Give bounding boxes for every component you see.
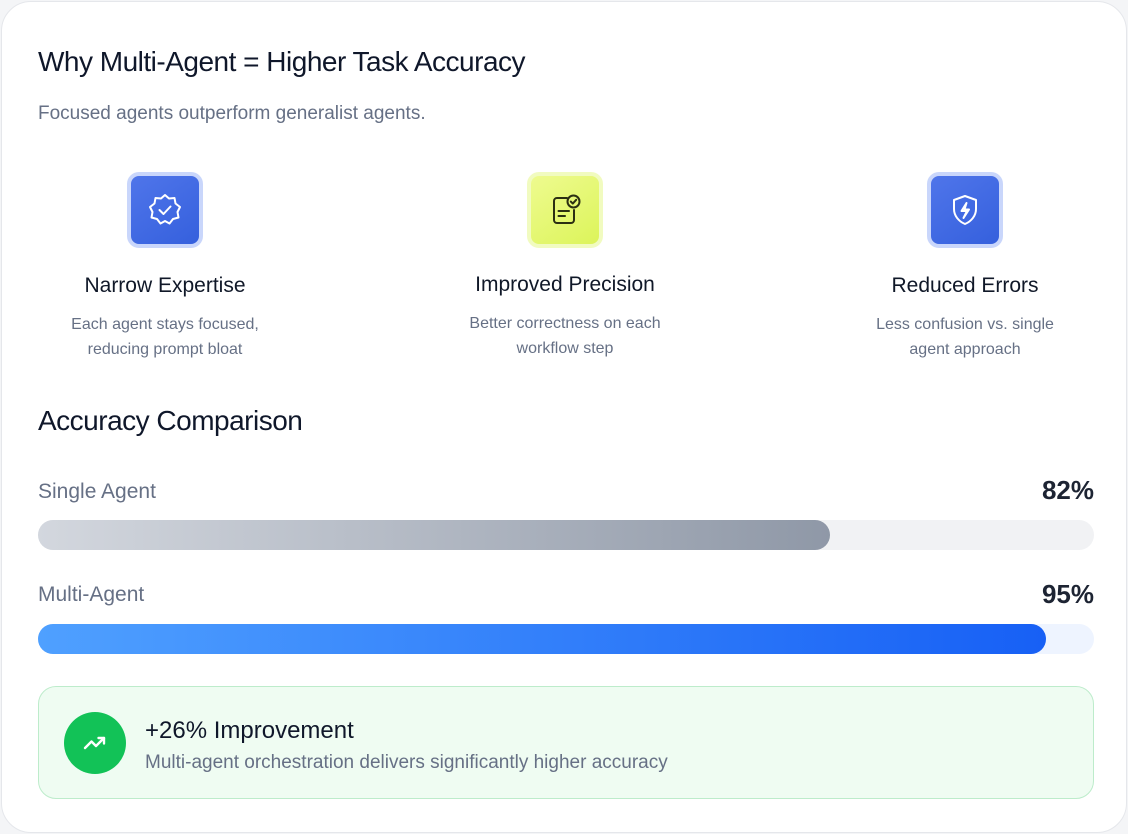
badge-check-icon — [127, 172, 203, 248]
feature-title: Reduced Errors — [891, 274, 1039, 297]
bar-label-multi-agent: Multi-Agent — [38, 583, 145, 606]
feature-narrow-expertise: Narrow Expertise Each agent stays focuse… — [25, 172, 305, 362]
feature-description: Less confusion vs. single agent approach — [876, 316, 1054, 358]
callout-title: +26% Improvement — [145, 717, 354, 744]
feature-description: Better correctness on each workflow step — [469, 315, 661, 357]
bar-label-single-agent: Single Agent — [38, 480, 156, 503]
progress-fill-single-agent — [38, 520, 830, 550]
page-subtitle: Focused agents outperform generalist age… — [38, 103, 426, 124]
progress-track-single-agent — [38, 520, 1094, 550]
bar-value-multi-agent: 95% — [1041, 579, 1094, 609]
section-title: Accuracy Comparison — [38, 405, 303, 436]
clipboard-check-icon — [527, 172, 603, 248]
improvement-callout: +26% Improvement Multi-agent orchestrati… — [38, 686, 1094, 799]
progress-track-multi-agent — [38, 624, 1094, 654]
shield-bolt-icon — [927, 172, 1003, 248]
page-title: Why Multi-Agent = Higher Task Accuracy — [38, 46, 526, 77]
feature-title: Narrow Expertise — [84, 274, 246, 297]
feature-reduced-errors: Reduced Errors Less confusion vs. single… — [825, 172, 1105, 362]
callout-description: Multi-agent orchestration delivers signi… — [145, 752, 668, 773]
feature-description: Each agent stays focused, reducing promp… — [71, 316, 259, 358]
bar-value-single-agent: 82% — [1041, 475, 1094, 505]
trending-up-icon — [64, 712, 126, 774]
progress-fill-multi-agent — [38, 624, 1047, 654]
feature-title: Improved Precision — [475, 273, 655, 296]
accuracy-card: Why Multi-Agent = Higher Task Accuracy F… — [1, 1, 1127, 833]
feature-improved-precision: Improved Precision Better correctness on… — [425, 172, 705, 361]
